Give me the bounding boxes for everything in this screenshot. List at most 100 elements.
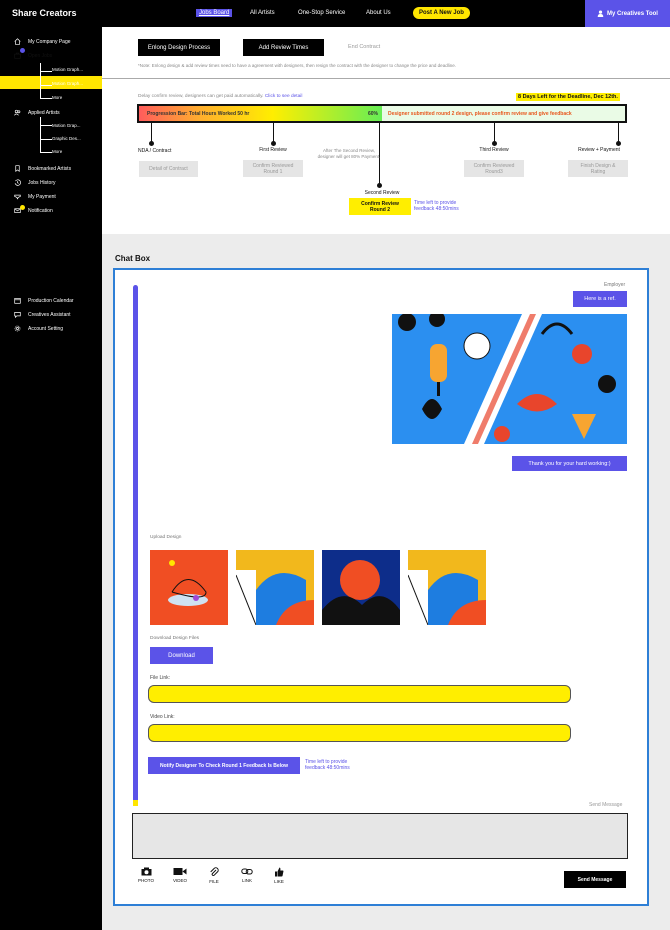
design-thumbnail-4[interactable] — [408, 550, 486, 625]
sidebar-item-label: Production Calendar — [28, 297, 74, 304]
chat-scrollbar-thumb[interactable] — [133, 800, 138, 806]
video-camera-icon — [173, 868, 187, 875]
design-thumbnail-1[interactable] — [150, 550, 228, 625]
sidebar-subitem[interactable]: Motion Graph... — [52, 81, 83, 86]
top-navigation-bar: Share Creators Jobs Board All Artists On… — [0, 0, 670, 27]
sidebar-subitem[interactable]: Motion Graph... — [52, 67, 83, 72]
chat-scrollbar[interactable] — [133, 285, 138, 804]
add-review-times-button[interactable]: Add Review Times — [243, 39, 324, 56]
stage-nda-label: NDA / Contract — [138, 148, 172, 154]
stage-final-label: Review + Payment — [578, 147, 620, 153]
message-input[interactable] — [132, 813, 628, 859]
brand-logo[interactable]: Share Creators — [12, 8, 77, 18]
sidebar-subitem[interactable]: More — [52, 149, 62, 154]
stage-connector — [494, 123, 495, 142]
file-tool-label: FILE — [209, 879, 219, 884]
confirm-round3-button: Confirm Reviewed Round3 — [464, 160, 524, 177]
notification-badge — [20, 205, 25, 210]
sidebar-item-creatives-assistant[interactable]: Creatives Assistant — [14, 311, 71, 318]
send-message-button[interactable]: Send Message — [564, 871, 626, 888]
stage-dot — [377, 183, 382, 188]
gear-icon — [14, 325, 21, 332]
sidebar-item-label: My Payment — [28, 193, 56, 200]
home-icon — [14, 38, 21, 45]
end-contract-button[interactable]: End Contract — [348, 44, 380, 50]
design-thumbnail-3[interactable] — [322, 550, 400, 625]
users-icon — [14, 109, 21, 116]
photo-tool-label: PHOTO — [138, 878, 154, 883]
tree-branch — [40, 71, 52, 72]
sidebar-subitem[interactable]: Motion Grap... — [52, 123, 81, 128]
sidebar-item-applied-artists[interactable]: Applied Artists — [14, 109, 60, 116]
video-tool[interactable]: VIDEO — [165, 867, 195, 883]
confirm-round2-button[interactable]: Confirm Review Round 2 — [349, 198, 411, 215]
file-tool[interactable]: FILE — [199, 867, 229, 884]
sidebar-item-open-jobs-content: Open Jobs — [14, 52, 52, 59]
design-thumbnail-2[interactable] — [236, 550, 314, 625]
video-link-input[interactable] — [148, 724, 571, 742]
download-button[interactable]: Download — [150, 647, 213, 664]
briefcase-icon — [14, 52, 21, 59]
like-tool[interactable]: LIKE — [264, 867, 294, 884]
sidebar-subitem[interactable]: Graphic Des... — [52, 136, 81, 141]
sidebar-item-account-setting[interactable]: Account Setting — [14, 325, 63, 332]
file-link-label: File Link: — [150, 675, 171, 681]
calendar-icon — [14, 298, 21, 304]
sender-label: Employer — [604, 282, 626, 288]
nav-jobs-board[interactable]: Jobs Board — [196, 9, 233, 17]
bookmark-icon — [15, 165, 20, 172]
design-illustration — [150, 550, 228, 625]
design-illustration — [408, 550, 486, 625]
sidebar-item-label: Creatives Assistant — [28, 311, 71, 318]
link-tool-label: LINK — [241, 878, 252, 883]
stage-second-label: Second Review — [364, 190, 400, 196]
agreement-note: *Note: Enlong design & add review times … — [138, 63, 456, 68]
divider — [102, 78, 670, 79]
nav-about-us[interactable]: About Us — [366, 10, 391, 16]
stage-third-label: Third Review — [479, 147, 509, 153]
delay-note: Delay confirm review, designers can get … — [138, 94, 302, 99]
sidebar-item-production-calendar[interactable]: Production Calendar — [14, 297, 74, 304]
nav-all-artists[interactable]: All Artists — [250, 10, 275, 16]
progress-fill: Progression Bar: Total Hours Worked 50 h… — [139, 106, 382, 121]
chat-box-title: Chat Box — [115, 254, 151, 263]
sidebar-item-open-jobs[interactable] — [0, 76, 102, 89]
chat-message: Thank you for your hard working:) — [512, 456, 627, 471]
sidebar-item-label: Account Setting — [28, 325, 64, 332]
sidebar-item-my-payment[interactable]: My Payment — [14, 193, 56, 200]
sidebar-item-company-page[interactable]: My Company Page — [14, 38, 71, 45]
delay-detail-link[interactable]: Click to see detail — [265, 94, 303, 99]
upload-design-label: Upload Design — [150, 535, 182, 540]
thumbs-up-icon — [275, 867, 284, 877]
reference-image[interactable] — [392, 314, 627, 444]
confirm-round1-button: Confirm Reviewed Round 1 — [243, 160, 303, 177]
sidebar: My Company Page Open Jobs Motion Graph..… — [0, 27, 102, 930]
sidebar-item-label: Applied Artists — [28, 109, 60, 116]
stage-dot — [149, 141, 154, 146]
video-tool-label: VIDEO — [172, 878, 187, 883]
photo-tool[interactable]: PHOTO — [131, 867, 161, 883]
tree-line — [40, 117, 41, 153]
sidebar-item-jobs-history[interactable]: Jobs History — [14, 179, 56, 186]
contract-detail-button[interactable]: Detail of Contract — [139, 161, 198, 177]
second-review-timer: Time left to provide feedback 48:50mins — [414, 200, 459, 213]
tree-line — [40, 63, 41, 99]
design-illustration — [322, 550, 400, 625]
delay-text: Delay confirm review, designers can get … — [138, 94, 264, 99]
paperclip-icon — [210, 867, 219, 877]
my-creatives-tool-label: My Creatives Tool — [607, 10, 658, 17]
post-new-job-button[interactable]: Post A New Job — [413, 7, 470, 19]
extend-design-button[interactable]: Enlong Design Process — [138, 39, 220, 56]
nav-one-stop-service[interactable]: One-Stop Service — [298, 10, 345, 16]
link-tool[interactable]: LINK — [232, 867, 262, 883]
sidebar-subitem[interactable]: More — [52, 95, 62, 100]
notify-designer-button[interactable]: Notify Designer To Check Round 1 Feedbac… — [148, 757, 300, 774]
stage-connector — [618, 123, 619, 142]
file-link-input[interactable] — [148, 685, 571, 703]
sidebar-item-label: Notification — [28, 207, 53, 214]
sidebar-item-bookmarked[interactable]: Bookmarked Artists — [14, 165, 71, 172]
stage-dot — [271, 141, 276, 146]
progress-percent: 60% — [367, 111, 378, 117]
my-creatives-tool-button[interactable]: My Creatives Tool — [585, 0, 670, 27]
stage-first-label: First Review — [259, 147, 287, 153]
